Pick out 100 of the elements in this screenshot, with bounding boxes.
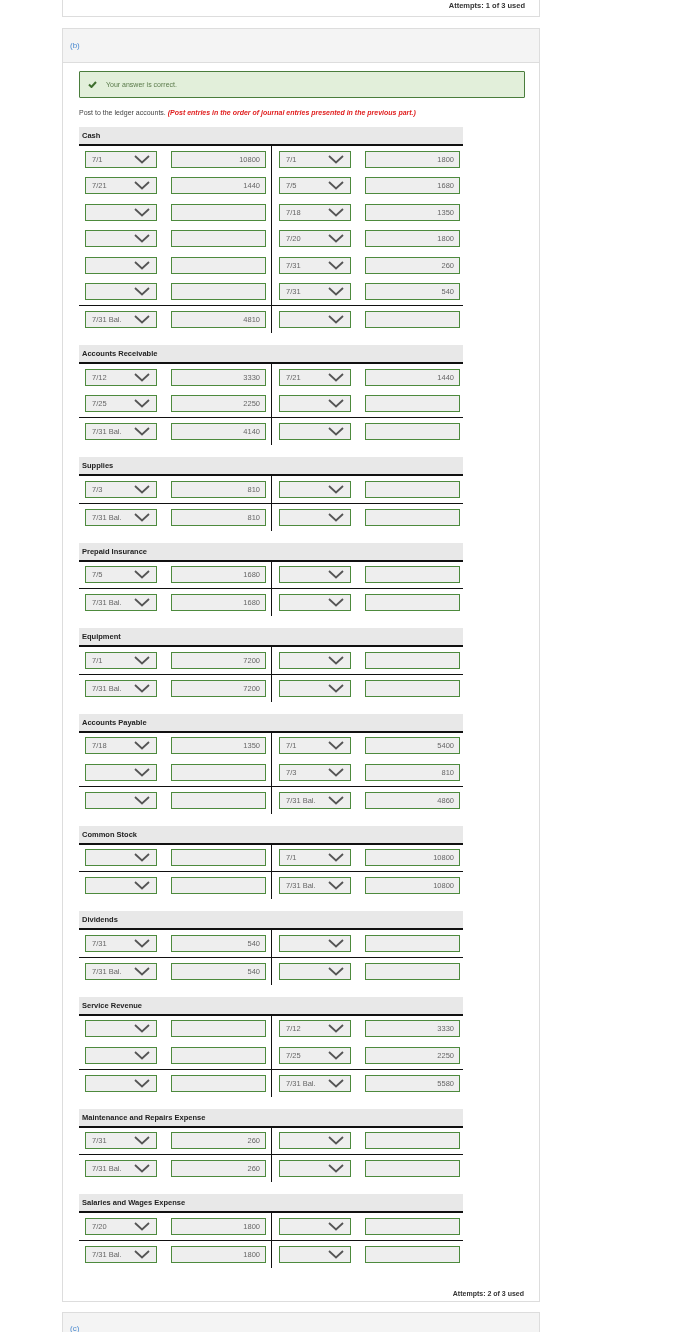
amount-field[interactable]: [171, 1074, 266, 1092]
chevron-down-icon: [328, 853, 344, 863]
amount-field[interactable]: [365, 1132, 460, 1150]
chevron-down-icon: [134, 853, 150, 863]
date-select[interactable]: [85, 256, 157, 274]
chevron-down-icon: [328, 512, 344, 522]
chevron-down-icon: [328, 260, 344, 270]
chevron-down-icon: [134, 598, 150, 607]
chevron-down-icon: [134, 683, 150, 693]
date-select[interactable]: [279, 962, 351, 980]
date-select[interactable]: [85, 763, 157, 781]
amount-field[interactable]: [365, 651, 460, 669]
date-select[interactable]: [279, 679, 351, 697]
amount-field[interactable]: [171, 763, 266, 781]
chevron-down-icon: [328, 570, 344, 580]
amount-field[interactable]: [171, 791, 266, 809]
date-select[interactable]: [85, 1046, 157, 1064]
chevron-down-icon: [328, 655, 344, 665]
chevron-down-icon: [328, 767, 344, 777]
chevron-down-icon: [328, 1136, 344, 1146]
chevron-down-icon: [134, 484, 150, 494]
date-select[interactable]: [279, 311, 351, 328]
date-select[interactable]: [279, 480, 351, 498]
date-select[interactable]: [85, 877, 157, 894]
chevron-down-icon: [134, 315, 150, 324]
checkmark-icon: [88, 81, 97, 88]
amount-field[interactable]: [171, 849, 266, 867]
date-select[interactable]: [279, 1160, 351, 1177]
amount-field[interactable]: [365, 423, 460, 440]
chevron-down-icon: [134, 234, 150, 244]
date-select[interactable]: [279, 1217, 351, 1235]
amount-field[interactable]: [171, 203, 266, 221]
amount-field[interactable]: [365, 395, 460, 413]
amount-field[interactable]: [365, 594, 460, 611]
chevron-down-icon: [328, 372, 344, 382]
chevron-down-icon: [328, 1221, 344, 1231]
amount-field[interactable]: [365, 480, 460, 498]
chevron-down-icon: [328, 1024, 344, 1034]
part-label: (c): [70, 1324, 80, 1332]
chevron-down-icon: [134, 1221, 150, 1231]
amount-field[interactable]: [365, 1217, 460, 1235]
date-select[interactable]: [279, 1245, 351, 1263]
amount-field[interactable]: [171, 230, 266, 248]
chevron-down-icon: [134, 1050, 150, 1060]
date-select[interactable]: [85, 791, 157, 809]
chevron-down-icon: [328, 399, 344, 409]
date-select[interactable]: [279, 508, 351, 526]
amount-field[interactable]: [171, 1046, 266, 1064]
amount-field[interactable]: [365, 679, 460, 697]
chevron-down-icon: [134, 1078, 150, 1088]
chevron-down-icon: [134, 966, 150, 976]
chevron-down-icon: [328, 683, 344, 693]
chevron-down-icon: [328, 598, 344, 607]
amount-field[interactable]: [365, 934, 460, 952]
chevron-down-icon: [134, 154, 150, 164]
amount-field[interactable]: [171, 283, 266, 301]
amount-field[interactable]: [171, 256, 266, 274]
chevron-down-icon: [328, 154, 344, 164]
date-select[interactable]: [85, 1074, 157, 1092]
amount-field[interactable]: [365, 1160, 460, 1177]
chevron-down-icon: [134, 181, 150, 191]
date-select[interactable]: [279, 934, 351, 952]
chevron-down-icon: [328, 1050, 344, 1060]
amount-field[interactable]: [365, 1245, 460, 1263]
date-select[interactable]: [85, 849, 157, 867]
date-select[interactable]: [279, 594, 351, 611]
chevron-down-icon: [134, 881, 150, 890]
date-select[interactable]: [85, 203, 157, 221]
date-select[interactable]: [279, 1132, 351, 1150]
chevron-down-icon: [134, 399, 150, 409]
chevron-down-icon: [134, 260, 150, 270]
chevron-down-icon: [134, 741, 150, 751]
chevron-down-icon: [328, 741, 344, 751]
amount-field[interactable]: [171, 1020, 266, 1038]
date-select[interactable]: [85, 230, 157, 248]
chevron-down-icon: [328, 1164, 344, 1173]
chevron-down-icon: [134, 767, 150, 777]
date-select[interactable]: [279, 423, 351, 440]
date-select[interactable]: [279, 651, 351, 669]
amount-field[interactable]: [365, 566, 460, 584]
chevron-down-icon: [328, 427, 344, 436]
chevron-down-icon: [328, 1249, 344, 1259]
chevron-down-icon: [134, 427, 150, 436]
amount-field[interactable]: [365, 311, 460, 328]
chevron-down-icon: [134, 1024, 150, 1034]
date-select[interactable]: [279, 566, 351, 584]
chevron-down-icon: [134, 938, 150, 948]
date-select[interactable]: [279, 395, 351, 413]
date-select[interactable]: [85, 1020, 157, 1038]
chevron-down-icon: [328, 938, 344, 948]
chevron-down-icon: [134, 570, 150, 580]
date-select[interactable]: [85, 283, 157, 301]
chevron-down-icon: [134, 1164, 150, 1173]
amount-field[interactable]: [365, 508, 460, 526]
chevron-down-icon: [328, 315, 344, 324]
chevron-down-icon: [134, 1136, 150, 1146]
chevron-down-icon: [134, 207, 150, 217]
chevron-down-icon: [328, 234, 344, 244]
amount-field[interactable]: [171, 877, 266, 894]
amount-field[interactable]: [365, 962, 460, 980]
